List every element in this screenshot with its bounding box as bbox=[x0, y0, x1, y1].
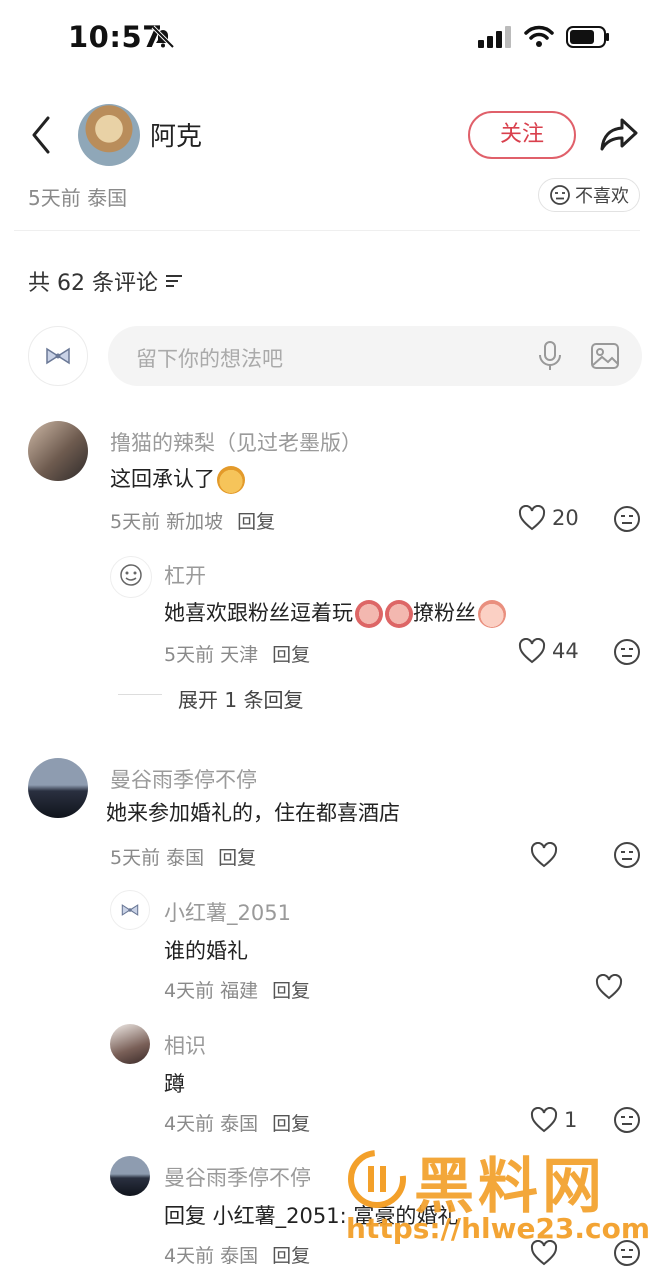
reply-text-part: 撩粉丝 bbox=[413, 601, 476, 625]
reply-time: 4天前 泰国 bbox=[164, 1113, 259, 1135]
bow-icon bbox=[46, 347, 70, 365]
heart-icon bbox=[518, 638, 546, 664]
reply-time: 4天前 泰国 bbox=[164, 1245, 259, 1267]
follow-button[interactable]: 关注 bbox=[468, 111, 576, 159]
reply-button[interactable]: 回复 bbox=[218, 847, 256, 869]
image-icon[interactable] bbox=[590, 342, 620, 370]
battery-icon bbox=[566, 26, 609, 48]
reply-button[interactable]: 回复 bbox=[272, 1245, 310, 1267]
commenter-avatar[interactable] bbox=[28, 758, 88, 818]
comment-text: 她来参加婚礼的，住在都喜酒店 bbox=[106, 801, 400, 825]
replier-avatar[interactable] bbox=[110, 890, 150, 930]
signal-icon bbox=[478, 26, 511, 48]
commenter-avatar[interactable] bbox=[28, 421, 88, 481]
dislike-label: 不喜欢 bbox=[575, 186, 629, 207]
status-time: 10:57 bbox=[68, 20, 163, 54]
like-button[interactable]: 44 bbox=[518, 638, 579, 664]
comment-time: 5天前 泰国 bbox=[110, 847, 205, 869]
dislike-face-icon[interactable] bbox=[613, 638, 641, 666]
crying-emoji-icon bbox=[385, 600, 413, 628]
like-count: 20 bbox=[552, 506, 579, 530]
doodle-icon bbox=[120, 564, 142, 586]
like-button[interactable]: 1 bbox=[530, 1107, 577, 1133]
commenter-name[interactable]: 撸猫的辣梨（见过老墨版） bbox=[110, 427, 362, 457]
dislike-button[interactable]: 不喜欢 bbox=[538, 178, 640, 212]
dislike-face-icon[interactable] bbox=[613, 1106, 641, 1134]
divider bbox=[14, 230, 640, 231]
comment-count-label: 共 62 条评论 bbox=[28, 271, 158, 296]
replier-name[interactable]: 相识 bbox=[164, 1030, 206, 1060]
bell-off-icon bbox=[151, 25, 175, 49]
heart-icon[interactable] bbox=[595, 974, 623, 1000]
reply-text: 蹲 bbox=[164, 1072, 185, 1096]
replier-avatar[interactable] bbox=[110, 1156, 150, 1196]
reply-meta: 4天前 泰国 回复 bbox=[164, 1109, 310, 1136]
my-avatar bbox=[28, 326, 88, 386]
replier-name[interactable]: 杠开 bbox=[164, 560, 206, 590]
post-meta: 5天前 泰国 bbox=[28, 186, 128, 210]
reply-button[interactable]: 回复 bbox=[272, 1113, 310, 1135]
dislike-face-icon[interactable] bbox=[613, 505, 641, 533]
back-icon[interactable] bbox=[26, 114, 56, 156]
replier-avatar[interactable] bbox=[110, 1024, 150, 1064]
reply-text-part: 她喜欢跟粉丝逗着玩 bbox=[164, 601, 353, 625]
reply-button[interactable]: 回复 bbox=[272, 644, 310, 666]
dislike-face-icon bbox=[550, 185, 570, 205]
comment-text-content: 这回承认了 bbox=[110, 467, 215, 491]
bow-icon bbox=[121, 904, 139, 916]
comment-text: 这回承认了 bbox=[110, 463, 245, 494]
replier-name[interactable]: 小红薯_2051 bbox=[164, 897, 291, 927]
comment-meta: 5天前 泰国 回复 bbox=[110, 843, 256, 870]
like-count: 44 bbox=[552, 639, 579, 663]
watermark-logo-icon bbox=[348, 1150, 406, 1208]
sort-icon[interactable] bbox=[164, 273, 184, 289]
reply-text: 她喜欢跟粉丝逗着玩 撩粉丝 bbox=[164, 597, 506, 628]
author-avatar[interactable] bbox=[78, 104, 140, 166]
heart-icon bbox=[530, 1107, 558, 1133]
comment-count[interactable]: 共 62 条评论 bbox=[28, 265, 184, 297]
emoji-icon bbox=[217, 466, 245, 494]
commenter-name[interactable]: 曼谷雨季停不停 bbox=[110, 764, 257, 794]
author-name[interactable]: 阿克 bbox=[150, 116, 202, 153]
share-icon[interactable] bbox=[598, 114, 640, 154]
blush-emoji-icon bbox=[478, 600, 506, 628]
dislike-face-icon[interactable] bbox=[613, 841, 641, 869]
reply-button[interactable]: 回复 bbox=[272, 980, 310, 1002]
watermark-url: https://hlwe23.com bbox=[346, 1212, 651, 1245]
reply-meta: 4天前 福建 回复 bbox=[164, 976, 310, 1003]
crying-emoji-icon bbox=[355, 600, 383, 628]
replier-name[interactable]: 曼谷雨季停不停 bbox=[164, 1162, 311, 1192]
like-count: 1 bbox=[564, 1108, 578, 1132]
mic-icon[interactable] bbox=[537, 340, 563, 372]
reply-button[interactable]: 回复 bbox=[237, 511, 275, 533]
wifi-icon bbox=[524, 25, 554, 47]
reply-text: 谁的婚礼 bbox=[164, 939, 248, 963]
heart-icon bbox=[518, 505, 546, 531]
comment-meta: 5天前 新加坡 回复 bbox=[110, 507, 275, 534]
reply-time: 4天前 福建 bbox=[164, 980, 259, 1002]
replier-avatar[interactable] bbox=[110, 556, 152, 598]
reply-time: 5天前 天津 bbox=[164, 644, 259, 666]
comment-time: 5天前 新加坡 bbox=[110, 511, 224, 533]
comment-input-placeholder: 留下你的想法吧 bbox=[136, 347, 283, 371]
expand-divider bbox=[118, 694, 162, 695]
reply-meta: 5天前 天津 回复 bbox=[164, 640, 310, 667]
expand-replies-button[interactable]: 展开 1 条回复 bbox=[178, 684, 303, 713]
reply-meta: 4天前 泰国 回复 bbox=[164, 1241, 310, 1268]
like-button[interactable]: 20 bbox=[518, 505, 579, 531]
heart-icon[interactable] bbox=[530, 842, 558, 868]
